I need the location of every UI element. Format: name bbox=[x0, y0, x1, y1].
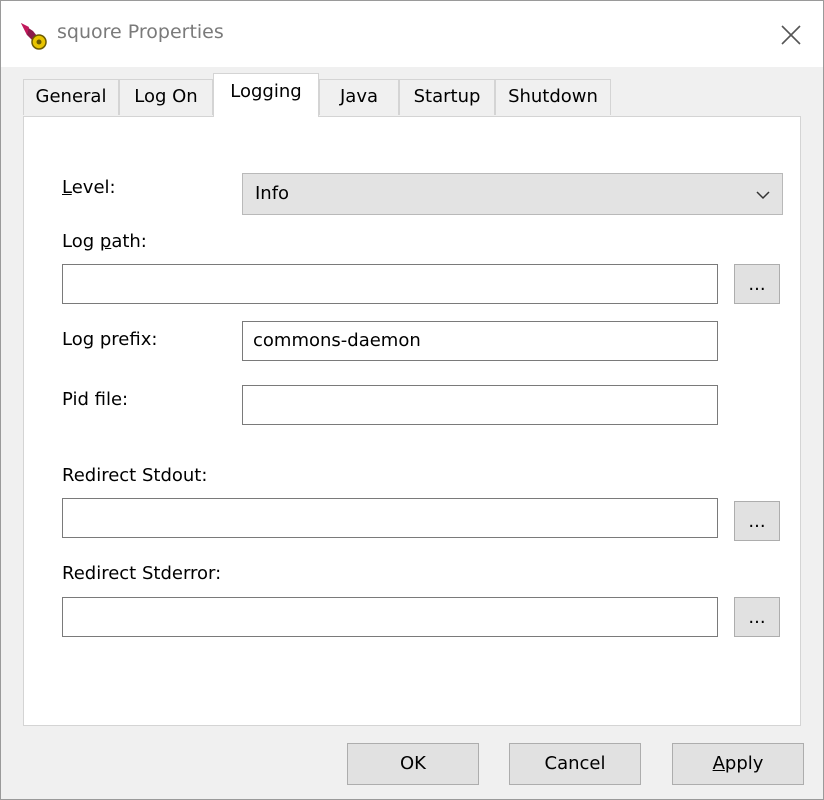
log-path-label: Log path: bbox=[62, 231, 147, 252]
cancel-button[interactable]: Cancel bbox=[509, 743, 641, 785]
tab-startup[interactable]: Startup bbox=[399, 79, 495, 115]
log-path-label-rest: ath: bbox=[111, 231, 147, 252]
redirect-stderror-input[interactable] bbox=[62, 597, 718, 637]
log-path-browse-button[interactable]: ... bbox=[734, 264, 780, 304]
apply-button-mnemonic: A bbox=[712, 753, 725, 774]
level-label-mnemonic: L bbox=[62, 177, 72, 198]
level-select-value: Info bbox=[255, 183, 290, 204]
title-bar: squore Properties bbox=[1, 1, 823, 67]
log-path-label-mnemonic: p bbox=[99, 231, 112, 252]
redirect-stderror-label: Redirect Stderror: bbox=[62, 563, 222, 584]
level-label-rest: evel: bbox=[71, 177, 116, 198]
tab-java[interactable]: Java bbox=[319, 79, 399, 115]
log-path-label-pre: Log bbox=[62, 231, 100, 252]
logging-panel: Level: Info Log path: ... Log prefix: co… bbox=[23, 116, 801, 726]
tab-strip: General Log On Logging Java Startup Shut… bbox=[23, 73, 803, 117]
properties-window: squore Properties General Log On Logging… bbox=[0, 0, 824, 800]
chevron-down-icon bbox=[756, 191, 770, 200]
ok-button[interactable]: OK bbox=[347, 743, 479, 785]
redirect-stdout-browse-button[interactable]: ... bbox=[734, 501, 780, 541]
tab-shutdown[interactable]: Shutdown bbox=[495, 79, 611, 115]
pid-file-label: Pid file: bbox=[62, 389, 129, 410]
log-prefix-input[interactable]: commons-daemon bbox=[242, 321, 718, 361]
apply-button[interactable]: Apply bbox=[672, 743, 804, 785]
tab-logging[interactable]: Logging bbox=[213, 73, 319, 117]
level-select[interactable]: Info bbox=[242, 173, 783, 215]
log-prefix-label: Log prefix: bbox=[62, 329, 158, 350]
apply-button-rest: pply bbox=[724, 753, 764, 774]
tab-log-on[interactable]: Log On bbox=[119, 79, 213, 115]
level-label: Level: bbox=[62, 177, 116, 198]
window-title: squore Properties bbox=[57, 21, 224, 43]
tab-general[interactable]: General bbox=[23, 79, 119, 115]
service-app-icon bbox=[21, 23, 47, 50]
close-icon[interactable] bbox=[771, 15, 811, 55]
redirect-stderror-browse-button[interactable]: ... bbox=[734, 597, 780, 637]
redirect-stdout-label: Redirect Stdout: bbox=[62, 465, 208, 486]
pid-file-input[interactable] bbox=[242, 385, 718, 425]
redirect-stdout-input[interactable] bbox=[62, 498, 718, 538]
log-path-input[interactable] bbox=[62, 264, 718, 304]
